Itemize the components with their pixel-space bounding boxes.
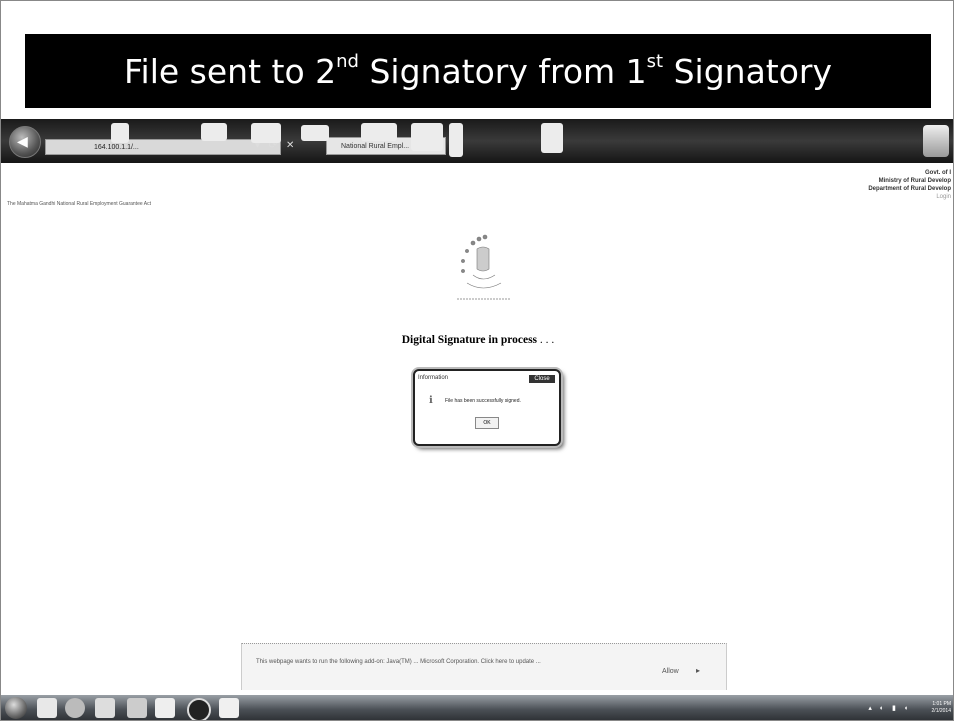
info-icon: ℹ bbox=[429, 395, 433, 406]
gov-line: Govt. of I bbox=[925, 170, 951, 176]
dialog-close-button[interactable]: Close bbox=[529, 375, 555, 383]
taskbar-app-icon[interactable] bbox=[65, 698, 85, 718]
toolbar-blob bbox=[449, 123, 463, 157]
toolbar-blob bbox=[411, 123, 443, 151]
taskbar-app-icon[interactable] bbox=[187, 698, 211, 720]
login-link[interactable]: Login bbox=[868, 193, 951, 201]
slide-frame: File sent to 2nd Signatory from 1st Sign… bbox=[0, 0, 954, 721]
toolbar-blob bbox=[301, 125, 329, 141]
toolbar-blob bbox=[541, 123, 563, 153]
system-tray-icon[interactable]: ▴ ◐ ▮ ◖ bbox=[868, 704, 911, 712]
toolbar-blob bbox=[201, 123, 227, 141]
taskbar-app-icon[interactable] bbox=[127, 698, 147, 718]
slide-title: File sent to 2nd Signatory from 1st Sign… bbox=[123, 50, 833, 91]
toolbar-blob bbox=[251, 123, 281, 143]
breadcrumb: The Mahatma Gandhi National Rural Employ… bbox=[7, 201, 151, 207]
taskbar-app-icon[interactable] bbox=[155, 698, 175, 718]
government-header: Govt. of I Ministry of Rural Develop Dep… bbox=[868, 169, 951, 201]
allow-button[interactable]: Allow bbox=[662, 668, 679, 675]
taskbar-app-icon[interactable] bbox=[37, 698, 57, 718]
toolbar-blob bbox=[361, 123, 397, 141]
address-bar[interactable]: 164.100.1.1/... bbox=[45, 139, 281, 155]
browser-toolbar: 164.100.1.1/... ▾ ⟳ ✕ National Rural Emp… bbox=[1, 119, 953, 163]
chevron-right-icon[interactable]: ▸ bbox=[696, 666, 700, 675]
home-icon[interactable] bbox=[923, 125, 949, 157]
dialog-title: Information bbox=[418, 375, 449, 381]
gov-line: Department of Rural Develop bbox=[868, 186, 951, 192]
notification-message: This webpage wants to run the following … bbox=[256, 659, 541, 665]
notification-bar: This webpage wants to run the following … bbox=[241, 643, 727, 690]
clock-time: 1:01 PM bbox=[932, 701, 951, 707]
signature-status: Digital Signature in process . . . bbox=[401, 334, 555, 346]
national-emblem-icon bbox=[457, 234, 511, 300]
dialog-message: File has been successfully signed. bbox=[445, 398, 521, 404]
dialog-ok-button[interactable]: OK bbox=[475, 417, 499, 429]
gov-line: Ministry of Rural Develop bbox=[878, 178, 951, 184]
clock[interactable]: 1:01 PM 2/1/2014 bbox=[932, 701, 951, 715]
clock-date: 2/1/2014 bbox=[931, 708, 951, 714]
start-button[interactable] bbox=[5, 697, 27, 719]
windows-taskbar: ▴ ◐ ▮ ◖ 1:01 PM 2/1/2014 bbox=[1, 695, 953, 720]
taskbar-app-icon[interactable] bbox=[95, 698, 115, 718]
taskbar-app-icon[interactable] bbox=[219, 698, 239, 718]
slide-title-banner: File sent to 2nd Signatory from 1st Sign… bbox=[25, 34, 931, 108]
toolbar-blob bbox=[111, 123, 129, 143]
signature-dialog: Information Close ℹ File has been succes… bbox=[413, 369, 561, 446]
back-button[interactable] bbox=[9, 126, 41, 158]
